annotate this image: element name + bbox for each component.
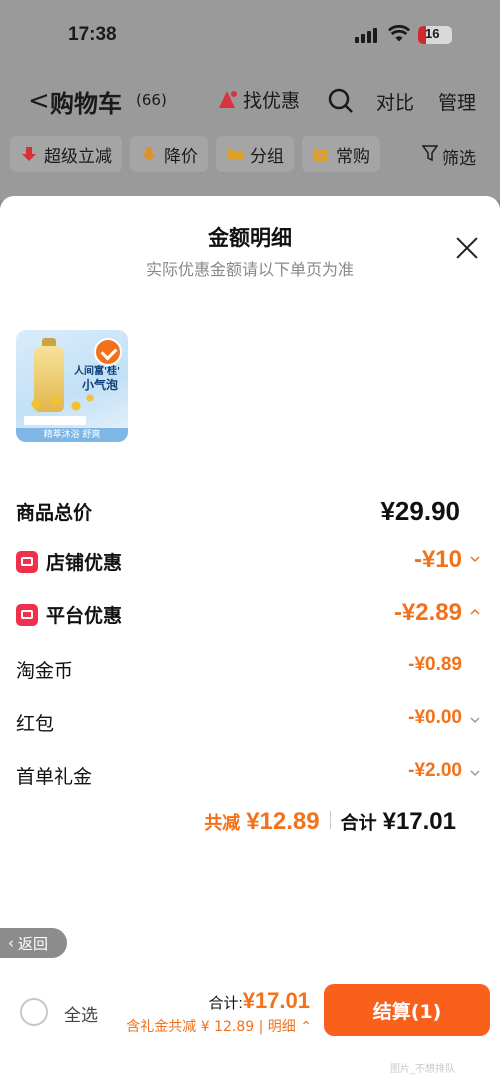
wifi-icon <box>388 25 410 42</box>
sheet-subtitle: 实际优惠金额请以下单页为准 <box>145 260 354 279</box>
navigation-bar: < 购物车 (66) 找优惠 对比 管理 <box>0 82 500 118</box>
product-thumbnail[interactable]: 人间富'桂' 小气泡 精萃沐浴 舒爽 <box>16 330 128 442</box>
chevron-down-icon <box>470 717 480 724</box>
select-all-radio[interactable] <box>20 998 48 1026</box>
chip-label: 常购 <box>336 146 370 167</box>
row-red-packet[interactable]: 红包 -¥0.00 <box>16 707 484 739</box>
total-summary: 共减 ¥12.89 合计 ¥17.01 <box>204 808 456 836</box>
row-platform-discount[interactable]: 平台优惠 -¥2.89 <box>16 599 484 631</box>
total-discount-label: 共减 <box>204 813 241 833</box>
status-time: 17:38 <box>68 24 117 45</box>
orange-down-arrow-icon <box>142 147 156 161</box>
row-value: -¥0.89 <box>408 654 462 675</box>
folder-icon <box>227 149 243 160</box>
chip-super-discount[interactable]: 超级立减 <box>10 136 122 172</box>
checkout-button[interactable]: 结算(1) <box>324 984 490 1036</box>
manage-button[interactable]: 管理 <box>438 88 476 115</box>
background-page: 17:38 16 < 购物车 (66) 找优惠 对比 管理 超级立减 降价 分组… <box>0 0 500 200</box>
battery-level: 16 <box>425 26 440 41</box>
selected-check-icon[interactable] <box>94 338 122 366</box>
page-title: 购物车 <box>50 90 122 118</box>
row-store-discount[interactable]: 店铺优惠 -¥10 <box>16 546 484 578</box>
chevron-down-icon <box>470 556 480 563</box>
watermark: 图片_不想排队 <box>390 1064 455 1075</box>
cellular-signal-icon <box>355 28 377 43</box>
footer-sum-label: 合计: <box>208 995 243 1012</box>
row-label: 商品总价 <box>16 502 93 524</box>
row-value: -¥2.00 <box>408 760 462 781</box>
chip-label: 分组 <box>250 146 284 167</box>
chip-label: 超级立减 <box>44 146 112 167</box>
filter-button[interactable]: 筛选 <box>422 144 476 169</box>
row-value: -¥10 <box>413 546 462 573</box>
total-discount-value: ¥12.89 <box>246 808 320 835</box>
bag-icon <box>314 149 328 161</box>
find-deals-label: 找优惠 <box>243 90 301 112</box>
row-label: 店铺优惠 <box>46 552 123 574</box>
checkout-footer: 全选 合计:¥17.01 含礼金共减 ¥ 12.89 | 明细 ⌃ 结算(1) … <box>0 980 500 1086</box>
chip-label: 降价 <box>164 146 198 167</box>
chevron-up-icon <box>470 608 480 615</box>
row-taojinbi: 淘金币 -¥0.89 <box>16 654 484 686</box>
row-label: 红包 <box>16 713 55 735</box>
footer-sum-value: ¥17.01 <box>242 988 310 1013</box>
row-value: -¥0.00 <box>408 707 462 728</box>
footer-sum: 合计:¥17.01 <box>209 988 310 1014</box>
divider <box>329 811 331 829</box>
battery-icon: 16 <box>418 26 452 44</box>
store-badge-icon <box>16 550 38 573</box>
find-deals-button[interactable]: 找优惠 <box>215 86 300 113</box>
amount-detail-sheet: 金额明细 实际优惠金额请以下单页为准 人间富'桂' 小气泡 精萃沐浴 舒爽 商品… <box>0 196 500 1086</box>
row-value: -¥2.89 <box>393 599 462 626</box>
close-icon[interactable] <box>455 236 479 260</box>
filter-label: 筛选 <box>442 149 476 169</box>
osmanthus-flowers <box>26 392 96 416</box>
funnel-icon <box>422 145 438 162</box>
chevron-down-icon <box>470 770 480 777</box>
platform-badge-icon <box>16 603 38 626</box>
back-label: 返回 <box>18 934 49 953</box>
total-sum-value: ¥17.01 <box>382 808 456 835</box>
search-icon[interactable] <box>328 88 354 114</box>
compare-button[interactable]: 对比 <box>376 88 414 115</box>
product-subtagline: 小气泡 <box>82 378 119 392</box>
chip-frequent[interactable]: 常购 <box>302 136 380 172</box>
chevron-left-icon: ‹ <box>8 934 14 952</box>
row-item-total: 商品总价 ¥29.90 <box>16 496 484 528</box>
row-label: 淘金币 <box>16 660 74 682</box>
row-label: 首单礼金 <box>16 766 93 788</box>
footer-detail-link[interactable]: 含礼金共减 ¥ 12.89 | 明细 ⌃ <box>126 1016 312 1036</box>
chip-price-drop[interactable]: 降价 <box>130 136 208 172</box>
cart-count: (66) <box>136 91 167 109</box>
red-down-arrow-icon <box>22 147 36 161</box>
filter-chips: 超级立减 降价 分组 常购 <box>10 136 380 172</box>
row-first-order-gift[interactable]: 首单礼金 -¥2.00 <box>16 760 484 792</box>
product-label-strip <box>24 416 86 425</box>
total-sum-label: 合计 <box>340 813 377 833</box>
row-label: 平台优惠 <box>46 605 123 627</box>
row-value: ¥29.90 <box>380 496 460 526</box>
sheet-title: 金额明细 <box>208 226 292 250</box>
deals-sparkle-icon <box>219 90 237 108</box>
product-band: 精萃沐浴 舒爽 <box>16 428 128 442</box>
footer-detail-text: 含礼金共减 ¥ 12.89 | 明细 <box>126 1019 296 1035</box>
back-button[interactable]: ‹ 返回 <box>0 928 67 958</box>
back-chevron-icon[interactable]: < <box>28 86 50 116</box>
chevron-up-icon: ⌃ <box>300 1019 312 1035</box>
select-all-label[interactable]: 全选 <box>64 1001 98 1026</box>
chip-group[interactable]: 分组 <box>216 136 294 172</box>
